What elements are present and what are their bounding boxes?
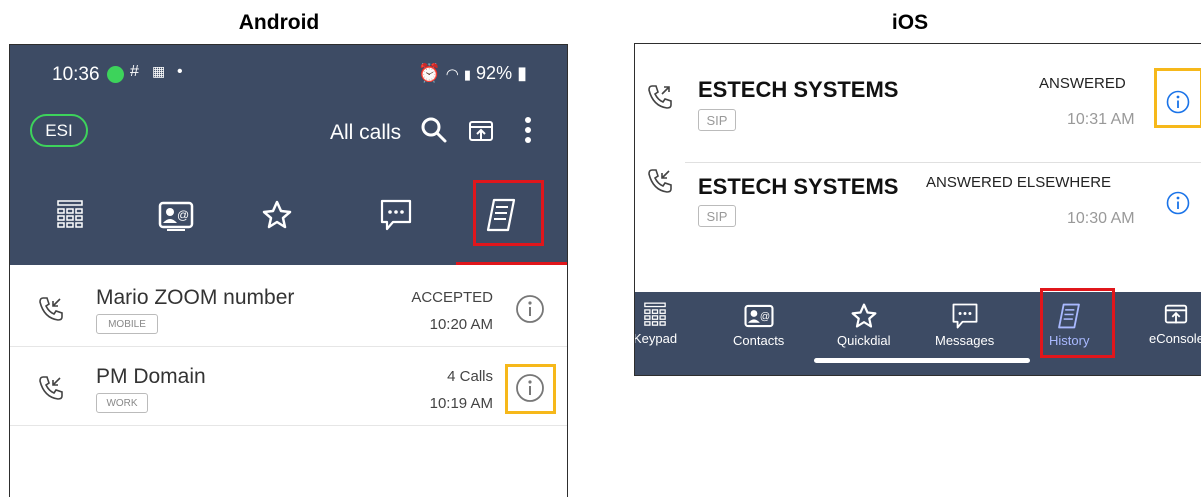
ios-tab-bar: Keypad @ Contacts Quickdial Messages His… — [634, 288, 1201, 375]
number-type-tag: MOBILE — [96, 314, 158, 334]
tab-keypad[interactable]: Keypad — [634, 302, 678, 346]
tab-keypad[interactable] — [40, 190, 100, 240]
status-time: 10:36 — [52, 64, 100, 85]
star-icon — [262, 200, 292, 229]
call-status: ANSWERED — [1039, 75, 1126, 92]
keypad-icon — [57, 200, 83, 228]
notification-icon: # — [130, 63, 139, 80]
caller-name: PM Domain — [96, 365, 206, 388]
info-button-highlight — [505, 364, 556, 414]
keypad-icon — [644, 302, 666, 326]
tab-label: Keypad — [634, 331, 678, 346]
search-icon[interactable] — [420, 116, 448, 149]
tab-label: eConsole — [1149, 331, 1201, 346]
history-tab-highlight — [1040, 288, 1115, 358]
home-indicator[interactable] — [814, 358, 1030, 363]
battery-level: 92% — [476, 63, 513, 83]
info-button-highlight — [1154, 68, 1201, 128]
active-tab-indicator — [456, 262, 567, 265]
info-icon[interactable] — [515, 294, 545, 329]
incoming-call-icon — [38, 296, 64, 327]
tab-label: Messages — [935, 333, 995, 348]
battery-icon: ▮ — [517, 63, 527, 83]
call-list-item[interactable]: Mario ZOOM number MOBILE ACCEPTED 10:20 … — [10, 272, 567, 347]
tab-label: Quickdial — [837, 333, 891, 348]
econsole-icon[interactable] — [467, 119, 495, 150]
tab-quickdial[interactable] — [247, 190, 307, 240]
messages-icon — [380, 199, 412, 231]
esi-account-badge[interactable]: ESI — [30, 114, 88, 147]
tab-quickdial[interactable]: Quickdial — [837, 302, 890, 348]
alarm-icon: ⏰ — [418, 63, 441, 83]
call-time: 10:20 AM — [429, 316, 493, 333]
more-menu-icon[interactable] — [524, 116, 532, 149]
tab-messages[interactable]: Messages — [935, 302, 994, 348]
call-filter-label[interactable]: All calls — [330, 121, 401, 145]
outgoing-call-icon — [647, 84, 673, 115]
more-notifications-icon: • — [177, 63, 183, 80]
star-icon — [851, 303, 877, 328]
status-call-indicator — [107, 66, 124, 83]
call-time: 10:31 AM — [1067, 111, 1135, 128]
incoming-call-icon — [38, 375, 64, 406]
call-status: 4 Calls — [447, 368, 493, 385]
android-header: 10:36 # ▦ • ⏰ ◠ ▮ 92% ▮ ESI All calls @ — [10, 45, 567, 265]
signal-icon: ▮ — [463, 67, 472, 82]
number-type-tag: WORK — [96, 393, 148, 413]
status-right: ⏰ ◠ ▮ 92% ▮ — [418, 63, 527, 84]
call-list-item[interactable]: PM Domain WORK 4 Calls 10:19 AM — [10, 351, 567, 426]
number-type-tag: SIP — [698, 205, 736, 227]
svg-text:@: @ — [759, 311, 769, 322]
call-status: ACCEPTED — [411, 289, 493, 306]
contacts-icon: @ — [744, 304, 774, 328]
caller-name: ESTECH SYSTEMS — [698, 77, 899, 102]
caller-name: Mario ZOOM number — [96, 286, 295, 309]
messages-icon — [952, 303, 978, 329]
econsole-icon — [1165, 304, 1188, 324]
info-icon[interactable] — [1166, 191, 1190, 220]
history-tab-highlight — [473, 180, 544, 246]
tab-contacts[interactable]: @ Contacts — [733, 302, 784, 348]
tab-contacts[interactable]: @ — [146, 190, 206, 240]
tab-econsole[interactable]: eConsole — [1149, 302, 1201, 346]
tab-messages[interactable] — [366, 190, 426, 240]
row-divider — [685, 162, 1201, 163]
number-type-tag: SIP — [698, 109, 736, 131]
call-time: 10:19 AM — [429, 395, 493, 412]
android-screen: 10:36 # ▦ • ⏰ ◠ ▮ 92% ▮ ESI All calls @ … — [9, 44, 568, 497]
incoming-call-icon — [647, 168, 673, 199]
wifi-icon: ◠ — [445, 66, 459, 83]
ios-screen: ESTECH SYSTEMS SIP ANSWERED 10:31 AM EST… — [634, 43, 1201, 376]
caller-name: ESTECH SYSTEMS — [698, 174, 899, 199]
calendar-icon: ▦ — [152, 63, 166, 79]
tab-label: Contacts — [733, 333, 785, 348]
svg-text:@: @ — [177, 208, 189, 222]
call-status: ANSWERED ELSEWHERE — [926, 174, 1112, 191]
call-time: 10:30 AM — [1067, 210, 1135, 227]
ios-heading: iOS — [891, 11, 929, 34]
android-heading: Android — [238, 11, 320, 34]
contacts-icon: @ — [158, 201, 194, 231]
